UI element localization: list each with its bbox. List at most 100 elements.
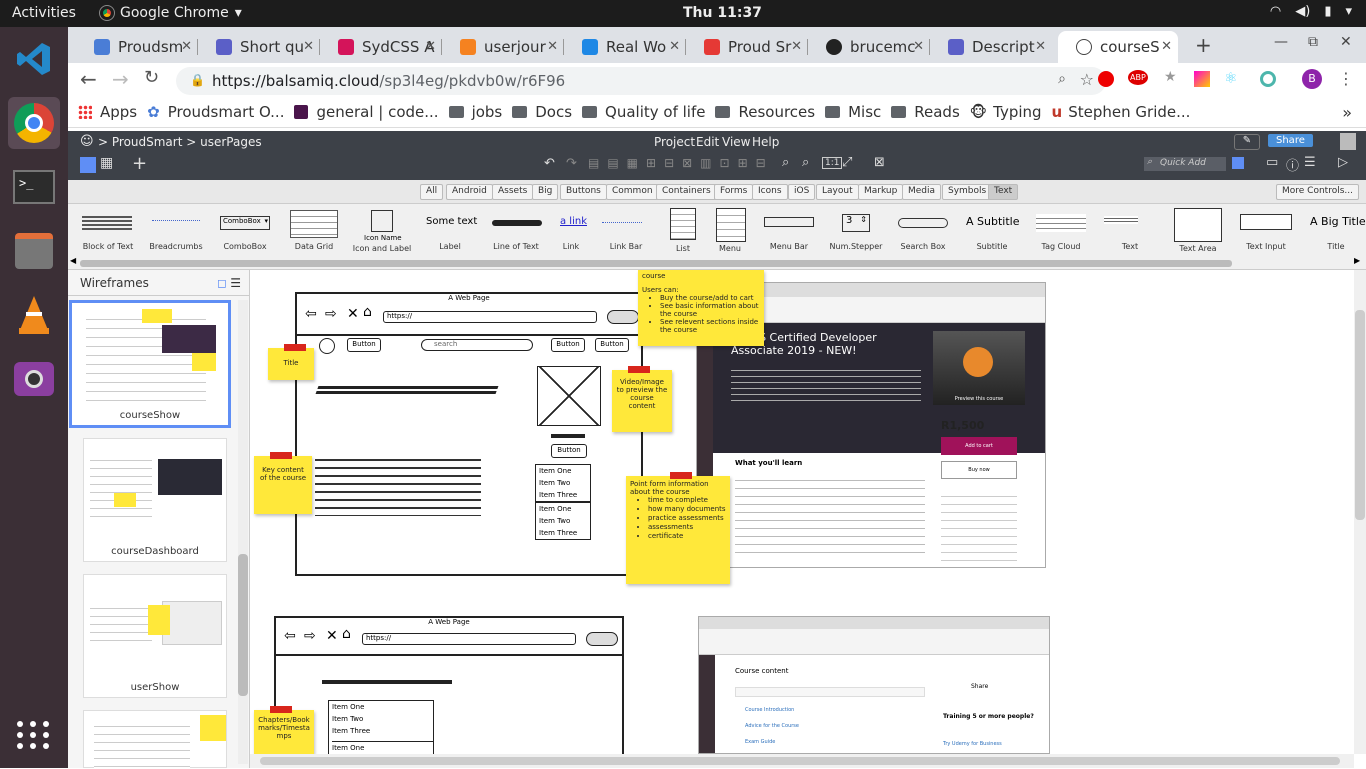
undo-icon[interactable]: ↶: [544, 156, 555, 171]
bookmark-jobs[interactable]: jobs: [448, 103, 502, 121]
redo-icon[interactable]: ↷: [566, 156, 577, 171]
bookmark-resources[interactable]: Resources: [715, 103, 815, 121]
bookmark-general[interactable]: general | code...: [294, 103, 439, 121]
more-controls-button[interactable]: More Controls...: [1276, 184, 1359, 200]
tag-cloud-preview[interactable]: [1036, 214, 1086, 232]
menu-help[interactable]: Help: [752, 135, 779, 149]
thumbnail-view-icon[interactable]: ◻: [217, 270, 227, 296]
sticky-key-content[interactable]: Key content of the course: [254, 452, 312, 514]
bookmark-reads[interactable]: Reads: [891, 103, 960, 121]
camera-icon[interactable]: [8, 353, 60, 405]
list-view-icon[interactable]: ☰: [230, 270, 241, 296]
sticky-chapters[interactable]: Chapters/Book marks/Timesta mps: [254, 706, 314, 754]
delete-icon[interactable]: ⊠: [874, 155, 885, 170]
activities-button[interactable]: Activities: [12, 5, 76, 21]
vlc-icon[interactable]: [8, 289, 60, 341]
wireframe-web-page-2[interactable]: A Web Page ⇦ ⇨ ✕ ⌂ https:// Item One Ite…: [274, 616, 624, 754]
menu-project[interactable]: Project: [654, 135, 695, 149]
maximize-button[interactable]: ⧉: [1308, 34, 1318, 50]
category-markup[interactable]: Markup: [858, 184, 904, 200]
sticky-title[interactable]: Title: [268, 344, 314, 380]
react-icon[interactable]: ⚛: [1224, 69, 1237, 87]
category-symbols[interactable]: Symbols: [942, 184, 993, 200]
bookmark-stephen-grider[interactable]: u Stephen Gride...: [1052, 103, 1191, 121]
info-icon[interactable]: ⓘ: [1286, 155, 1299, 174]
tab-7[interactable]: Descript ✕: [930, 31, 1052, 63]
sticky-video[interactable]: Video/Image to preview the course conten…: [612, 366, 672, 432]
link-bar-preview[interactable]: [602, 222, 642, 224]
tab-8-active[interactable]: courseS ✕: [1058, 31, 1178, 63]
category-all[interactable]: All: [420, 184, 444, 200]
terminal-icon[interactable]: >_: [8, 161, 60, 213]
tab-6[interactable]: brucemc ✕: [808, 31, 930, 63]
udemy-screenshot-2[interactable]: Course content Course Introduction Advic…: [698, 616, 1050, 754]
bookmark-quality-of-life[interactable]: Quality of life: [582, 103, 705, 121]
tab-5[interactable]: Proud Sr ✕: [686, 31, 808, 63]
close-icon[interactable]: ✕: [303, 39, 314, 54]
address-bar[interactable]: 🔒 https://balsamiq.cloud/sp3l4eg/pkdvb0w…: [176, 67, 1106, 95]
close-icon[interactable]: ✕: [669, 39, 680, 54]
icon-and-label-preview[interactable]: [371, 210, 393, 232]
num-stepper-preview[interactable]: 3 ⇕: [842, 214, 870, 232]
category-text[interactable]: Text: [988, 184, 1019, 200]
block-of-text-preview[interactable]: [82, 216, 132, 230]
system-tray[interactable]: ◠ ◀) ▮ ▾: [1270, 4, 1352, 19]
data-grid-preview[interactable]: [290, 210, 338, 238]
comment-icon[interactable]: ▭: [1266, 155, 1278, 170]
close-icon[interactable]: ✕: [791, 39, 802, 54]
back-button[interactable]: ←: [80, 67, 97, 91]
line-of-text-preview[interactable]: [492, 220, 542, 226]
tab-0[interactable]: Proudsm ✕: [76, 31, 198, 63]
sticky-point-form[interactable]: Point form information about the course …: [626, 472, 730, 584]
files-icon[interactable]: [8, 225, 60, 277]
zoom-in-icon[interactable]: ⌕: [802, 155, 809, 170]
close-icon[interactable]: ✕: [547, 39, 558, 54]
category-forms[interactable]: Forms: [714, 184, 754, 200]
search-box-preview[interactable]: [898, 218, 948, 228]
tab-2[interactable]: SydCSS A ✕: [320, 31, 442, 63]
link-preview[interactable]: a link: [560, 216, 587, 227]
close-icon[interactable]: ✕: [1161, 39, 1172, 54]
text-input-preview[interactable]: [1240, 214, 1292, 230]
wireframe-web-page-1[interactable]: A Web Page ⇦ ⇨ ✕ ⌂ https:// Button searc…: [295, 292, 643, 576]
category-layout[interactable]: Layout: [816, 184, 859, 200]
category-buttons[interactable]: Buttons: [560, 184, 607, 200]
text-preview[interactable]: [1104, 216, 1138, 224]
category-big[interactable]: Big: [532, 184, 559, 200]
extension-icon[interactable]: ★: [1164, 69, 1177, 85]
share-button[interactable]: Share: [1268, 134, 1313, 147]
category-containers[interactable]: Containers: [656, 184, 717, 200]
edit-tools[interactable]: ▤▤▦⊞⊟⊠▥⊡⊞⊟: [588, 156, 774, 170]
category-media[interactable]: Media: [902, 184, 942, 200]
layout-icon[interactable]: [80, 157, 96, 173]
close-icon[interactable]: ✕: [1035, 39, 1046, 54]
page-thumb-coursedashboard[interactable]: courseDashboard: [83, 438, 227, 562]
avatar[interactable]: [1340, 133, 1356, 150]
canvas-horizontal-scrollbar[interactable]: [250, 754, 1354, 768]
extension-icon[interactable]: [1194, 71, 1210, 87]
vscode-icon[interactable]: [8, 33, 60, 85]
bookmark-docs[interactable]: Docs: [512, 103, 572, 121]
zoom-out-icon[interactable]: ⌕: [782, 155, 789, 170]
close-icon[interactable]: ✕: [425, 39, 436, 54]
category-ios[interactable]: iOS: [788, 184, 816, 200]
tab-1[interactable]: Short qu ✕: [198, 31, 320, 63]
page-thumb-courseshow[interactable]: courseShow: [69, 300, 231, 428]
apps-grid-icon[interactable]: [8, 709, 60, 761]
chrome-icon[interactable]: [8, 97, 60, 149]
minimize-button[interactable]: —: [1274, 34, 1288, 50]
close-icon[interactable]: ✕: [181, 39, 192, 54]
forward-button[interactable]: →: [112, 67, 129, 91]
label-preview[interactable]: Some text: [426, 216, 477, 227]
extension-icon[interactable]: [1260, 71, 1276, 87]
actual-size-icon[interactable]: 1:1: [822, 157, 843, 169]
breadcrumb[interactable]: > ProudSmart > userPages: [98, 135, 262, 149]
profile-avatar[interactable]: B: [1302, 69, 1322, 89]
bookmark-apps[interactable]: Apps: [78, 103, 137, 121]
menu-edit[interactable]: Edit: [696, 135, 719, 149]
category-common[interactable]: Common: [606, 184, 659, 200]
subtitle-preview[interactable]: A Subtitle: [966, 215, 1019, 228]
category-icons[interactable]: Icons: [752, 184, 788, 200]
app-menu[interactable]: Google Chrome ▾: [99, 5, 242, 21]
category-android[interactable]: Android: [446, 184, 493, 200]
